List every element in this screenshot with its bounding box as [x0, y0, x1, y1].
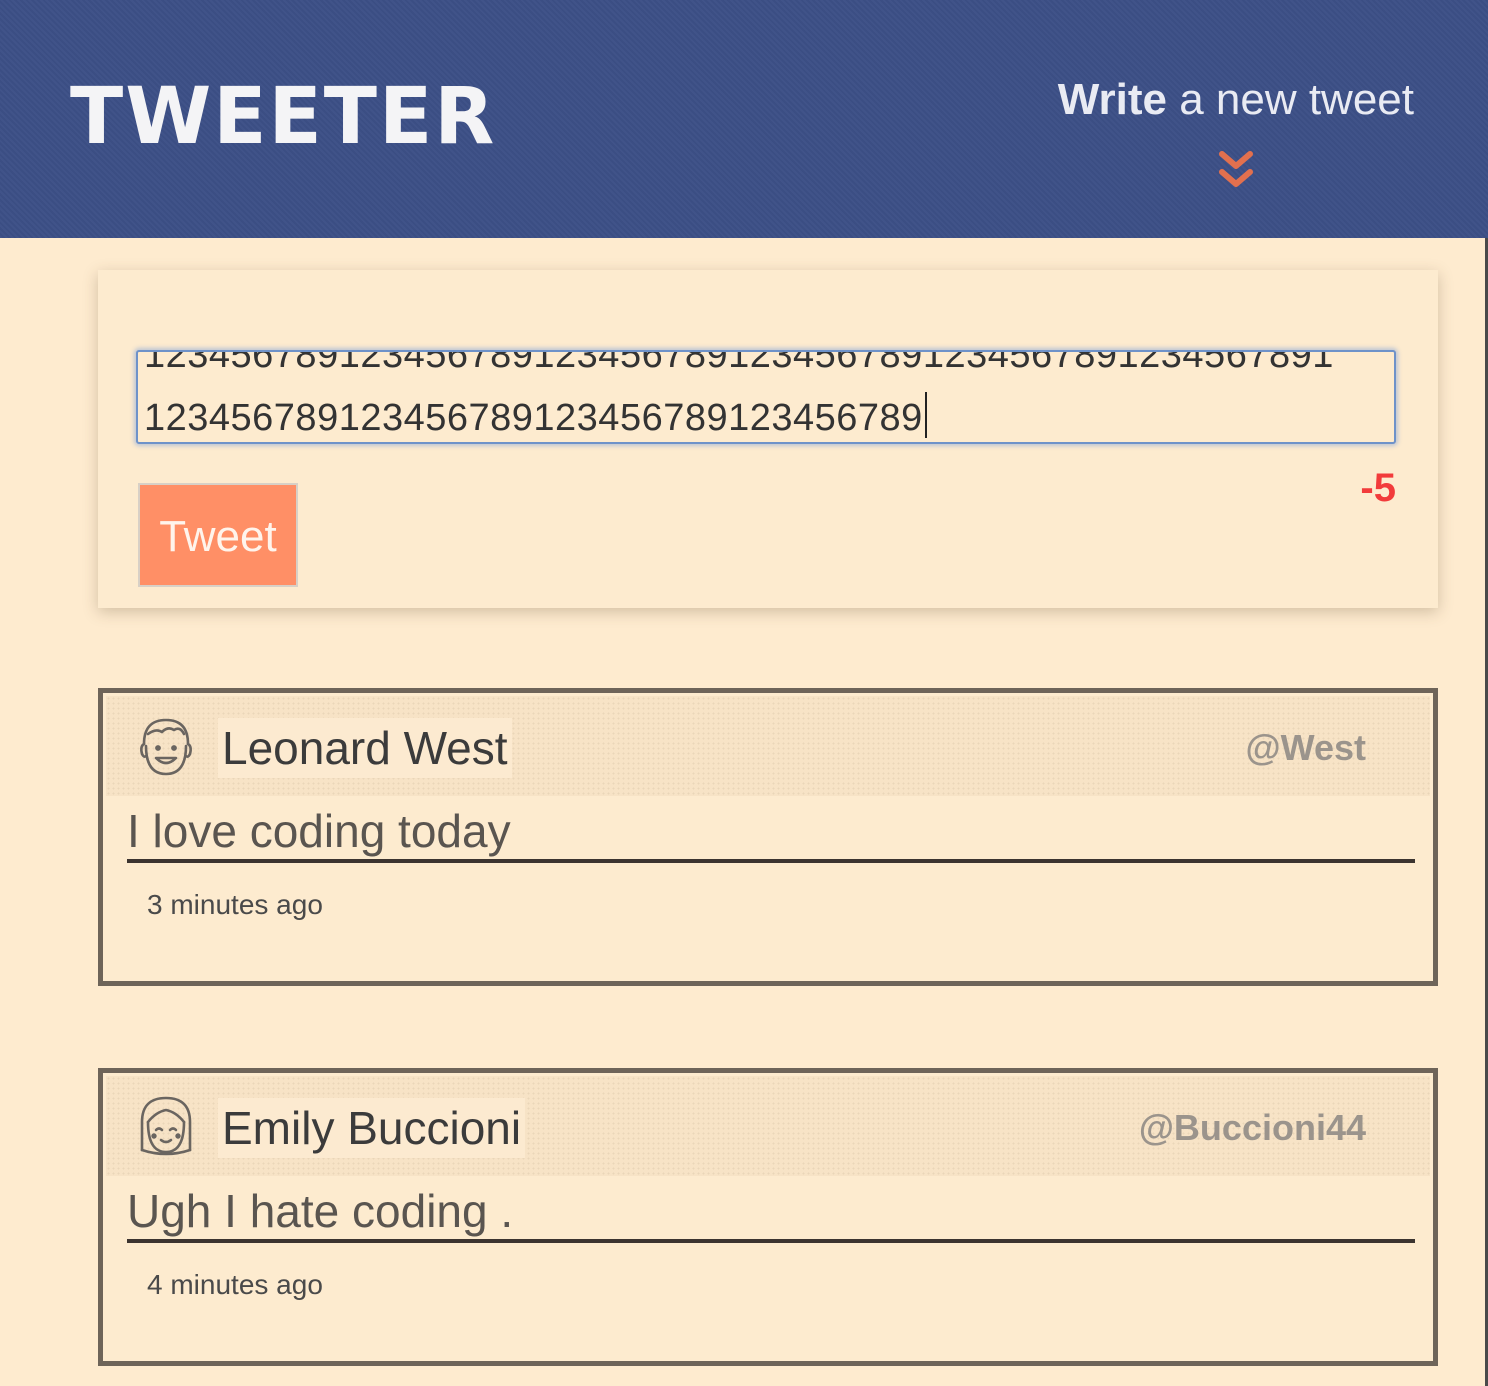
- compose-toggle-button[interactable]: Write a new tweet: [1058, 78, 1414, 122]
- tweet-timestamp: 3 minutes ago: [147, 889, 323, 920]
- tweet-content: Ugh I hate coding .: [127, 1183, 1415, 1243]
- tweet-submit-button[interactable]: Tweet: [138, 483, 298, 587]
- tweet-text-line-2: 123456789123456789123456789123456789: [144, 392, 927, 438]
- boy-face-avatar-icon: [140, 718, 192, 776]
- character-counter: -5: [1360, 466, 1396, 510]
- compose-toggle-bold: Write: [1057, 75, 1167, 124]
- tweet-textarea[interactable]: 1234567891234567891234567891234567891234…: [136, 350, 1396, 444]
- tweet-author-name: Emily Buccioni: [218, 1098, 526, 1158]
- tweet-author-name: Leonard West: [218, 718, 512, 778]
- tweet-header: Emily Buccioni @Buccioni44: [106, 1076, 1430, 1176]
- tweet-card: Leonard West @West I love coding today 3…: [98, 688, 1438, 986]
- tweet-content: I love coding today: [127, 803, 1415, 863]
- compose-toggle-text: a new tweet: [1166, 75, 1414, 124]
- tweet-author-handle: @West: [1245, 727, 1366, 768]
- double-chevron-down-icon[interactable]: [1218, 150, 1254, 192]
- site-header: TWEETER Write a new tweet: [0, 0, 1488, 238]
- tweet-author-handle: @Buccioni44: [1138, 1107, 1366, 1148]
- compose-tweet-panel: 1234567891234567891234567891234567891234…: [98, 270, 1438, 608]
- tweet-text-line-2-content: 123456789123456789123456789123456789: [144, 397, 923, 439]
- text-caret: [924, 392, 927, 438]
- girl-face-avatar-icon: [140, 1096, 192, 1156]
- tweet-timestamp: 4 minutes ago: [147, 1269, 323, 1300]
- tweet-text-line-1: 1234567891234567891234567891234567891234…: [144, 350, 1334, 376]
- site-logo: TWEETER: [70, 72, 497, 162]
- tweet-card: Emily Buccioni @Buccioni44 Ugh I hate co…: [98, 1068, 1438, 1366]
- tweet-header: Leonard West @West: [106, 696, 1430, 796]
